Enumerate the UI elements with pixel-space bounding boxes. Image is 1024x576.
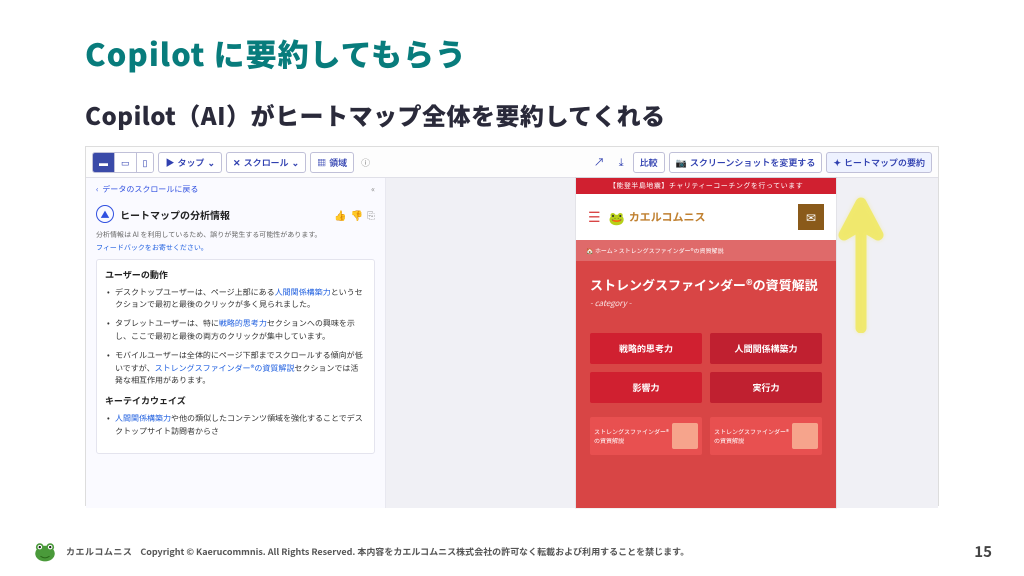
highlight-arrow	[836, 193, 886, 338]
tablet-toggle[interactable]: ▭	[115, 153, 137, 172]
section-title: ユーザーの動作	[105, 268, 366, 281]
phone-header: ☰ 🐸カエルコムニス ✉	[576, 194, 836, 240]
collapse-icon[interactable]: «	[371, 184, 375, 195]
phone-category: - category -	[590, 298, 822, 309]
frog-logo-icon	[32, 538, 58, 564]
screenshot-button[interactable]: 📷 スクリーンショットを変更する	[669, 152, 823, 173]
toolbar: ▬ ▭ ▯ ▶ タップ ⌄ ✕ スクロール ⌄ ▦ 領域 ⓘ ↗ ⤓ 比較 📷 …	[86, 147, 938, 178]
desktop-toggle[interactable]: ▬	[93, 153, 115, 172]
info-icon[interactable]: ⓘ	[358, 156, 373, 169]
chevron-left-icon: ‹	[96, 184, 98, 195]
panel-title: ヒートマップの分析情報	[120, 207, 230, 222]
mail-icon[interactable]: ✉	[798, 204, 824, 230]
breadcrumb: 🏠 ホーム > ストレングスファインダー®の資質解説	[576, 240, 836, 261]
scroll-button[interactable]: ✕ スクロール ⌄	[226, 152, 306, 173]
back-link[interactable]: ‹ データのスクロールに戻る «	[86, 178, 385, 201]
page-number: 15	[974, 541, 992, 562]
mobile-toggle[interactable]: ▯	[137, 153, 154, 172]
thumb-card[interactable]: ストレングスファインダー®の資質解説	[710, 417, 822, 455]
footer-brand: カエルコムニス	[66, 545, 132, 558]
list-item: タブレットユーザーは、特に戦略的思考力セクションへの興味を示し、ここで最初と最後…	[105, 318, 366, 344]
banner: 【能登半島地震】チャリティーコーチングを行っています	[576, 178, 836, 194]
chevron-down-icon: ⌄	[208, 156, 216, 169]
app-window: ▬ ▭ ▯ ▶ タップ ⌄ ✕ スクロール ⌄ ▦ 領域 ⓘ ↗ ⤓ 比較 📷 …	[85, 146, 939, 506]
left-panel: ‹ データのスクロールに戻る « ▲ ヒートマップの分析情報 👍 👎 ⎘	[86, 178, 386, 508]
list-item: 人間関係構築力や他の類似したコンテンツ領域を強化することでデスクトップサイト訪問…	[105, 413, 366, 439]
ai-icon: ▲	[96, 205, 114, 223]
footer-copyright: Copyright © Kaerucommnis. All Rights Res…	[140, 545, 689, 558]
slide-title: Copilot に要約してもらう	[85, 30, 939, 75]
preview-pane: 【能登半島地震】チャリティーコーチングを行っています ☰ 🐸カエルコムニス ✉ …	[386, 178, 938, 508]
section-title: キーテイカウェイズ	[105, 394, 366, 407]
tap-button[interactable]: ▶ タップ ⌄	[158, 152, 222, 173]
thumbs-up-icon[interactable]: 👍	[334, 207, 346, 222]
region-button[interactable]: ▦ 領域	[310, 152, 354, 173]
copy-icon[interactable]: ⎘	[367, 207, 375, 222]
thumbs-down-icon[interactable]: 👎	[351, 207, 363, 222]
phone-preview: 【能登半島地震】チャリティーコーチングを行っています ☰ 🐸カエルコムニス ✉ …	[576, 178, 836, 508]
category-button[interactable]: 影響力	[590, 372, 702, 403]
ai-warning: 分析情報は AI を利用しているため、誤りが発生する可能性があります。	[96, 231, 375, 241]
feedback-link[interactable]: フィードバックをお寄せください。	[96, 244, 375, 254]
phone-logo: 🐸カエルコムニス	[609, 208, 790, 227]
phone-main-title: ストレングスファインダー®の資質解説	[590, 275, 822, 295]
hamburger-icon[interactable]: ☰	[588, 207, 601, 227]
download-icon[interactable]: ⤓	[614, 151, 629, 173]
list-item: デスクトップユーザーは、ページ上部にある人間関係構築力というセクションで最初と最…	[105, 287, 366, 313]
share-icon[interactable]: ↗	[589, 151, 610, 173]
thumb-card[interactable]: ストレングスファインダー®の資質解説	[590, 417, 702, 455]
frog-icon: 🐸	[609, 208, 625, 227]
device-toggle-group: ▬ ▭ ▯	[92, 152, 154, 173]
chevron-down-icon: ⌄	[292, 156, 300, 169]
slide-subtitle: Copilot（AI）がヒートマップ全体を要約してくれる	[85, 97, 939, 132]
list-item: モバイルユーザーは全体的にページ下部までスクロールする傾向が低いですが、ストレン…	[105, 350, 366, 388]
heatmap-summary-button[interactable]: ✦ ヒートマップの要約	[826, 152, 932, 173]
category-button[interactable]: 戦略的思考力	[590, 333, 702, 364]
category-button[interactable]: 人間関係構築力	[710, 333, 822, 364]
compare-button[interactable]: 比較	[633, 152, 665, 173]
category-button[interactable]: 実行力	[710, 372, 822, 403]
footer: カエルコムニス Copyright © Kaerucommnis. All Ri…	[0, 526, 1024, 576]
analysis-section: ユーザーの動作 デスクトップユーザーは、ページ上部にある人間関係構築力というセク…	[96, 259, 375, 454]
